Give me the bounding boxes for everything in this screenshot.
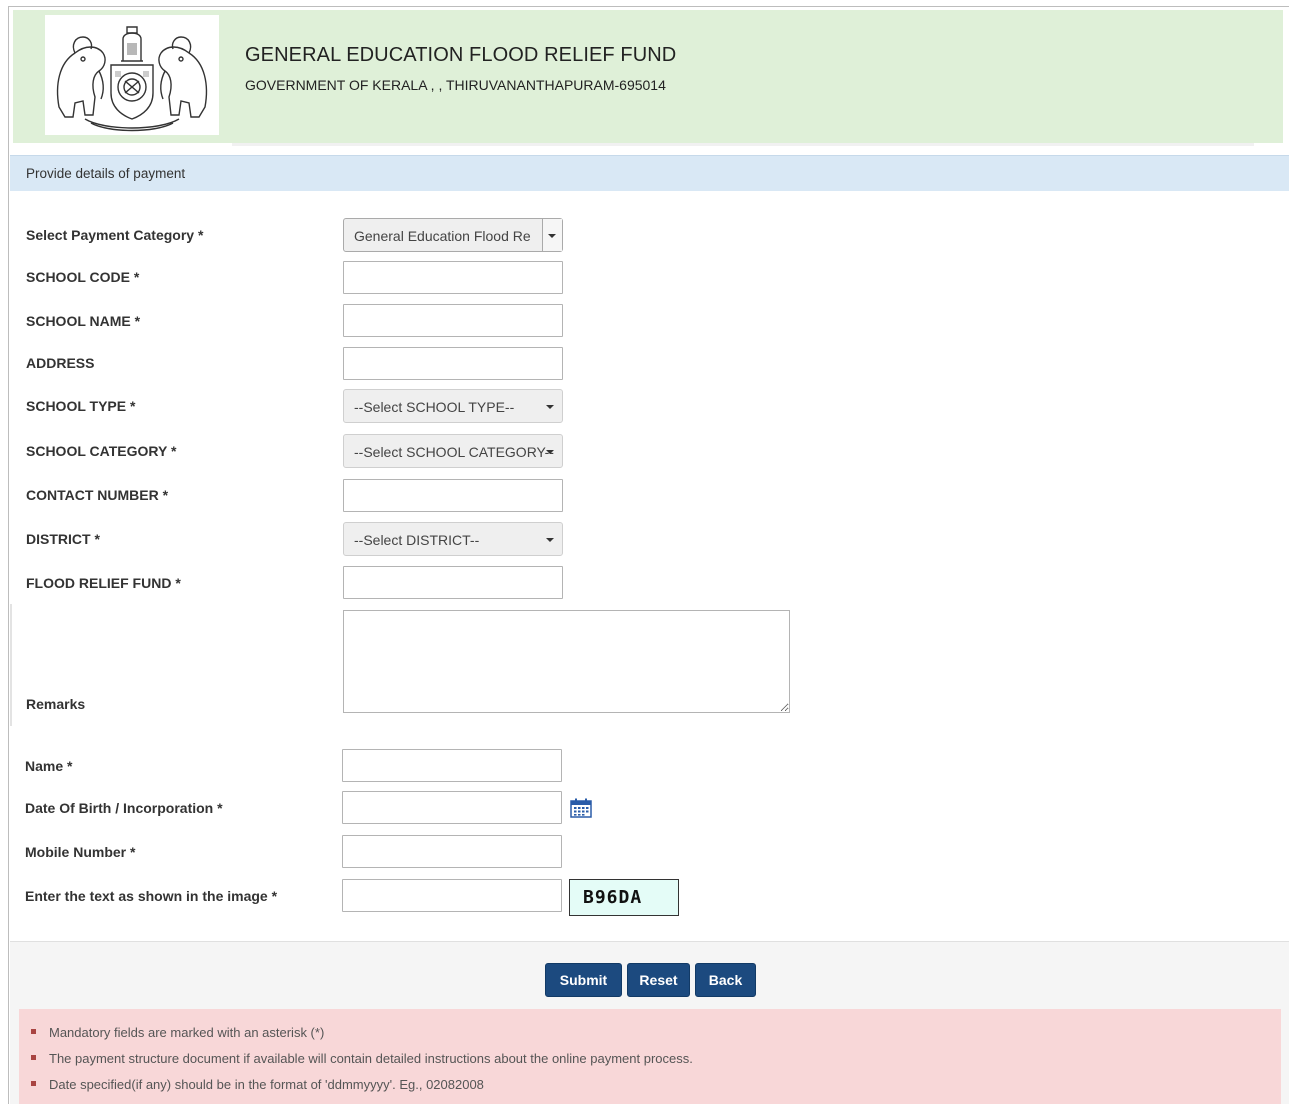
- name-label: Name *: [25, 758, 73, 774]
- school-type-label: SCHOOL TYPE *: [26, 398, 136, 414]
- payment-category-value: General Education Flood Re: [354, 228, 531, 244]
- school-category-label: SCHOOL CATEGORY *: [26, 443, 177, 459]
- payment-category-select[interactable]: General Education Flood Re: [343, 218, 563, 252]
- reset-button[interactable]: Reset: [627, 963, 690, 997]
- flood-relief-fund-input[interactable]: [343, 566, 563, 599]
- mobile-label: Mobile Number *: [25, 844, 136, 860]
- school-name-input[interactable]: [343, 304, 563, 337]
- flood-relief-fund-label: FLOOD RELIEF FUND *: [26, 575, 181, 591]
- instruction-item: Date specified(if any) should be in the …: [31, 1077, 484, 1092]
- captcha-label: Enter the text as shown in the image *: [25, 888, 278, 904]
- school-type-value: --Select SCHOOL TYPE--: [354, 399, 515, 415]
- bullet-icon: [31, 1029, 36, 1035]
- section-title: Provide details of payment: [26, 166, 186, 181]
- dob-input[interactable]: [342, 791, 562, 824]
- address-input[interactable]: [343, 347, 563, 380]
- school-category-select[interactable]: --Select SCHOOL CATEGORY--: [343, 434, 563, 468]
- district-select[interactable]: --Select DISTRICT--: [343, 522, 563, 556]
- bullet-icon: [31, 1055, 36, 1061]
- address-label: ADDRESS: [26, 355, 95, 371]
- school-category-value: --Select SCHOOL CATEGORY--: [354, 444, 554, 460]
- header-divider: [232, 143, 1254, 146]
- school-type-select[interactable]: --Select SCHOOL TYPE--: [343, 389, 563, 423]
- chevron-down-icon: [546, 405, 554, 409]
- mobile-number-input[interactable]: [342, 835, 562, 868]
- section-heading: Provide details of payment: [10, 155, 1289, 191]
- remarks-divider: [10, 604, 12, 726]
- kerala-emblem-icon: [45, 15, 219, 135]
- instructions-panel: Mandatory fields are marked with an aste…: [19, 1009, 1281, 1104]
- captcha-image: B96DA: [569, 879, 679, 916]
- dob-label: Date Of Birth / Incorporation *: [25, 800, 223, 816]
- district-value: --Select DISTRICT--: [354, 532, 480, 548]
- chevron-down-icon: [546, 450, 554, 454]
- remarks-textarea[interactable]: [343, 610, 790, 713]
- contact-number-input[interactable]: [343, 479, 563, 512]
- payment-category-label: Select Payment Category *: [26, 227, 204, 243]
- dropdown-arrow-icon: [542, 219, 562, 251]
- instruction-item: The payment structure document if availa…: [31, 1051, 693, 1066]
- page-title: GENERAL EDUCATION FLOOD RELIEF FUND: [245, 44, 677, 66]
- calendar-icon[interactable]: [570, 798, 592, 818]
- contact-number-label: CONTACT NUMBER *: [26, 487, 169, 503]
- header-banner: GENERAL EDUCATION FLOOD RELIEF FUND GOVE…: [13, 10, 1283, 143]
- school-code-label: SCHOOL CODE *: [26, 269, 140, 285]
- remarks-label: Remarks: [26, 696, 86, 712]
- captcha-input[interactable]: [342, 879, 562, 912]
- school-code-input[interactable]: [343, 261, 563, 294]
- chevron-down-icon: [546, 538, 554, 542]
- submit-button[interactable]: Submit: [545, 963, 622, 997]
- school-name-label: SCHOOL NAME *: [26, 313, 141, 329]
- back-button[interactable]: Back: [695, 963, 756, 997]
- instruction-item: Mandatory fields are marked with an aste…: [31, 1025, 324, 1040]
- district-label: DISTRICT *: [26, 531, 100, 547]
- name-input[interactable]: [342, 749, 562, 782]
- bullet-icon: [31, 1081, 36, 1087]
- page-subtitle: GOVERNMENT OF KERALA , , THIRUVANANTHAPU…: [245, 77, 666, 93]
